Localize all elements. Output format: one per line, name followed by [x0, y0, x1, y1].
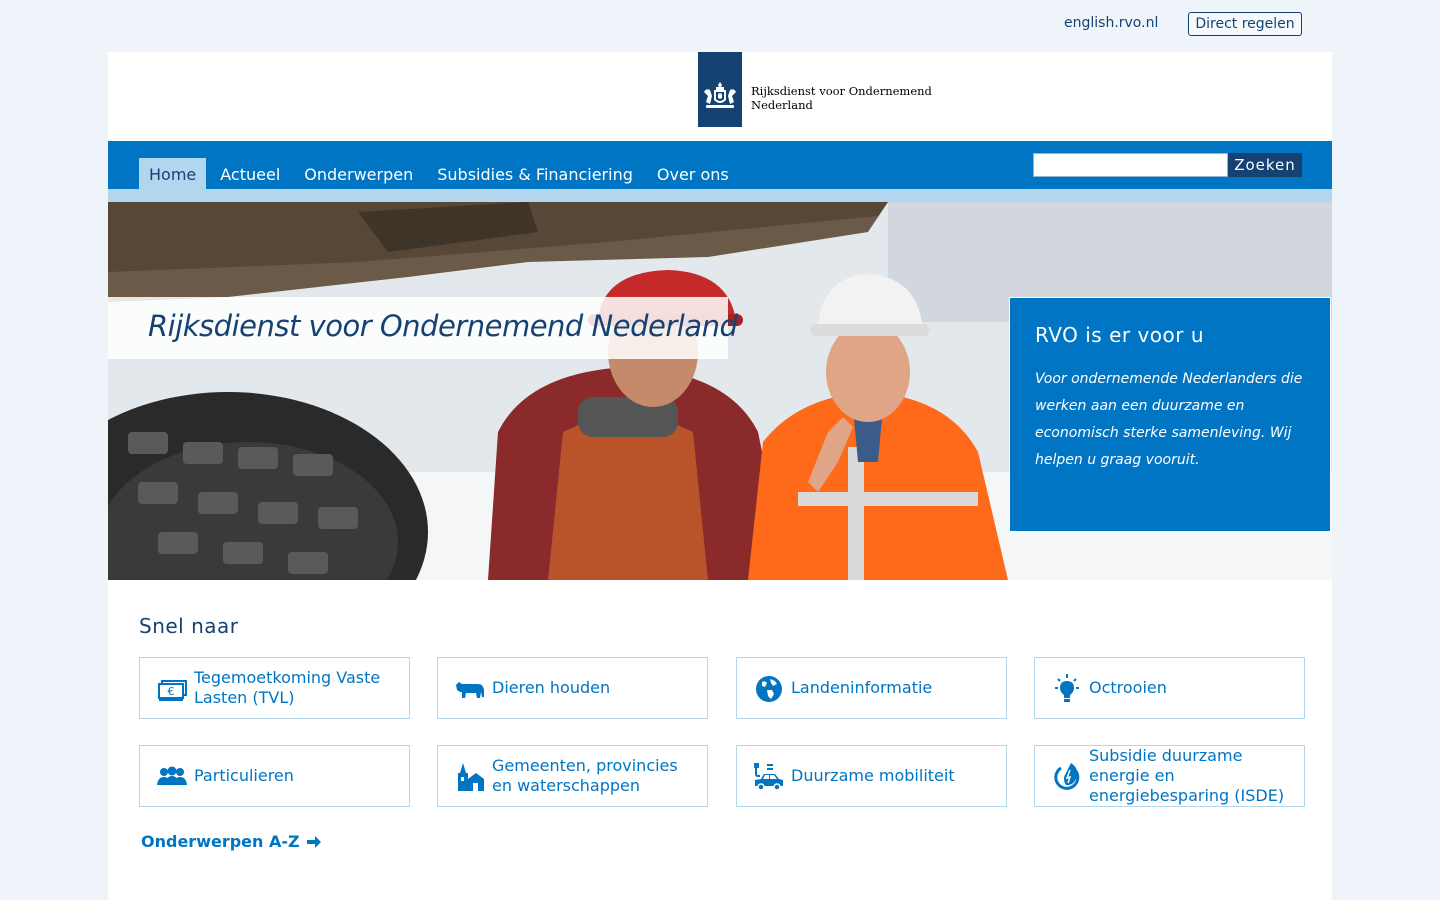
electric-car-icon	[754, 763, 783, 791]
quick-link-label: Tegemoetkoming Vaste Lasten (TVL)	[194, 668, 381, 707]
rvo-logo[interactable]: Rijksdienst voor Ondernemend Nederland	[698, 52, 938, 127]
quick-link-gemeenten[interactable]: Gemeenten, provincies en waterschappen	[437, 745, 708, 807]
nav-lower-band	[108, 189, 1332, 202]
hero-banner: Rijksdienst voor Ondernemend Nederland R…	[108, 202, 1332, 580]
logo-ribbon	[698, 52, 742, 127]
logo-text-line2: Nederland	[751, 98, 813, 112]
main-navigation: Home Actueel Onderwerpen Subsidies & Fin…	[108, 141, 1332, 202]
hero-title-bar: Rijksdienst voor Ondernemend Nederland	[108, 297, 738, 359]
energy-icon	[1054, 763, 1080, 790]
quick-link-label: Subsidie duurzame energie en energiebesp…	[1089, 746, 1285, 805]
globe-icon	[756, 676, 782, 702]
quick-link-label: Particulieren	[194, 766, 294, 785]
onderwerpen-az-link[interactable]: Onderwerpen A-Z	[141, 832, 322, 851]
quick-link-octrooien[interactable]: Octrooien	[1034, 657, 1305, 719]
nav-item-actueel[interactable]: Actueel	[210, 158, 290, 189]
az-link-label: Onderwerpen A-Z	[141, 832, 300, 851]
nav-item-over-ons[interactable]: Over ons	[647, 158, 739, 189]
direct-regelen-button[interactable]: Direct regelen	[1188, 12, 1302, 36]
svg-text:€: €	[168, 685, 175, 698]
hero-callout: RVO is er voor u Voor ondernemende Neder…	[1009, 297, 1331, 532]
quick-link-label: Dieren houden	[492, 678, 611, 697]
quick-link-label: Duurzame mobiliteit	[791, 766, 955, 785]
lightbulb-icon	[1055, 674, 1079, 702]
search-input[interactable]	[1033, 153, 1228, 177]
quick-link-tvl[interactable]: € Tegemoetkoming Vaste Lasten (TVL)	[139, 657, 410, 719]
callout-text: Voor ondernemende Nederlanders die werke…	[1035, 371, 1303, 468]
quick-links-grid: € Tegemoetkoming Vaste Lasten (TVL) Dier…	[139, 657, 1309, 807]
people-icon	[157, 766, 187, 785]
logo-text: Rijksdienst voor Ondernemend Nederland	[751, 84, 941, 112]
logo-text-line1: Rijksdienst voor Ondernemend	[751, 84, 932, 98]
money-icon: €	[158, 680, 187, 701]
cow-icon	[456, 682, 484, 698]
nav-item-onderwerpen[interactable]: Onderwerpen	[294, 158, 423, 189]
callout-title: RVO is er voor u	[1035, 323, 1205, 347]
page-container: Rijksdienst voor Ondernemend Nederland H…	[108, 52, 1332, 900]
quick-link-label: Octrooien	[1089, 678, 1167, 697]
quick-link-particulieren[interactable]: Particulieren	[139, 745, 410, 807]
quick-link-landeninformatie[interactable]: Landeninformatie	[736, 657, 1007, 719]
coat-of-arms-icon	[704, 82, 736, 108]
top-utility-bar: english.rvo.nl Direct regelen	[0, 0, 1440, 52]
hero-title: Rijksdienst voor Ondernemend Nederland	[148, 309, 738, 343]
quick-link-mobiliteit[interactable]: Duurzame mobiliteit	[736, 745, 1007, 807]
quick-link-label: Gemeenten, provincies en waterschappen	[492, 756, 678, 795]
quick-link-label: Landeninformatie	[791, 678, 933, 697]
arrow-right-icon	[306, 835, 321, 848]
quick-link-dieren[interactable]: Dieren houden	[437, 657, 708, 719]
nav-item-subsidies[interactable]: Subsidies & Financiering	[427, 158, 643, 189]
quick-link-isde[interactable]: Subsidie duurzame energie en energiebesp…	[1034, 745, 1305, 807]
quick-links-heading: Snel naar	[139, 614, 239, 638]
search-button[interactable]: Zoeken	[1228, 153, 1302, 177]
nav-menu: Home Actueel Onderwerpen Subsidies & Fin…	[139, 158, 743, 189]
nav-item-home[interactable]: Home	[139, 158, 207, 189]
english-site-link[interactable]: english.rvo.nl	[1064, 15, 1158, 31]
municipality-icon	[458, 763, 484, 791]
